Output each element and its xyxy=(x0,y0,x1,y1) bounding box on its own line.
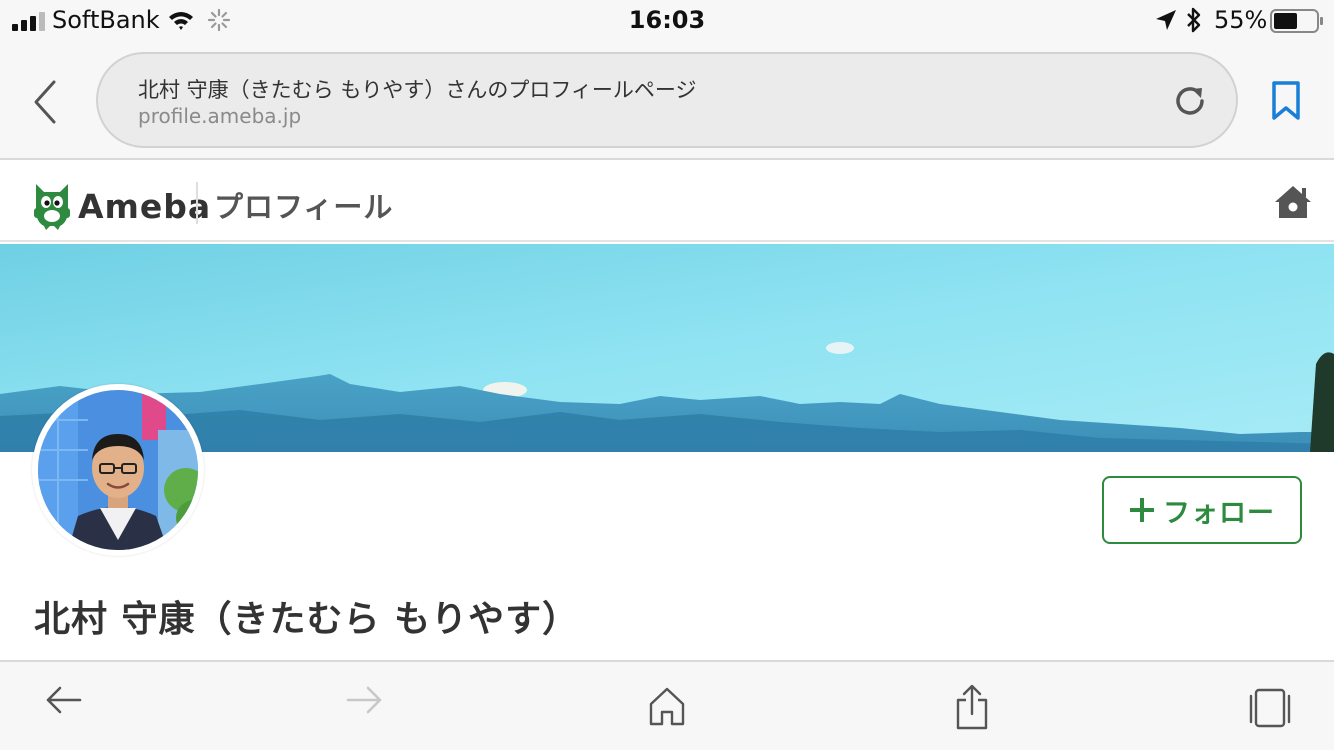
header-divider xyxy=(196,182,198,224)
site-header: Ameba プロフィール xyxy=(0,162,1334,242)
plus-icon xyxy=(1130,498,1154,522)
page-domain: profile.ameba.jp xyxy=(138,104,302,128)
back-arrow-icon[interactable] xyxy=(44,682,84,718)
back-chevron-icon[interactable] xyxy=(30,78,60,126)
home-icon[interactable] xyxy=(648,686,686,726)
cover-image xyxy=(0,244,1334,452)
browser-toolbar xyxy=(0,660,1334,750)
status-bar: SoftBank 16:03 55% xyxy=(0,0,1334,42)
clock: 16:03 xyxy=(628,6,706,34)
reload-icon[interactable] xyxy=(1172,83,1208,119)
location-arrow-icon xyxy=(1156,10,1176,30)
share-icon[interactable] xyxy=(954,684,990,730)
tabs-icon[interactable] xyxy=(1248,688,1292,728)
forward-arrow-icon[interactable] xyxy=(344,682,384,718)
avatar[interactable] xyxy=(32,384,204,556)
browser-window: SoftBank 16:03 55% 北村 守康（きたむら もりやす）さんのプロ… xyxy=(0,0,1334,750)
url-field[interactable]: 北村 守康（きたむら もりやす）さんのプロフィールページ profile.ame… xyxy=(96,52,1238,148)
battery-percent: 55% xyxy=(1214,6,1268,34)
home-icon[interactable] xyxy=(1274,184,1312,220)
follow-button-label: フォロー xyxy=(1163,497,1275,529)
follow-button[interactable]: フォロー xyxy=(1102,476,1302,544)
profile-name: 北村 守康（きたむら もりやす） xyxy=(34,599,580,640)
address-bar-area: 北村 守康（きたむら もりやす）さんのプロフィールページ profile.ame… xyxy=(0,42,1334,160)
ameba-mascot-icon[interactable] xyxy=(32,180,72,230)
header-section-title: プロフィール xyxy=(214,190,394,224)
bluetooth-icon xyxy=(1187,7,1201,33)
bookmark-icon[interactable] xyxy=(1270,80,1302,122)
ameba-logo-text[interactable]: Ameba xyxy=(78,187,211,226)
battery-icon xyxy=(1270,9,1323,33)
page-title: 北村 守康（きたむら もりやす）さんのプロフィールページ xyxy=(138,78,697,102)
